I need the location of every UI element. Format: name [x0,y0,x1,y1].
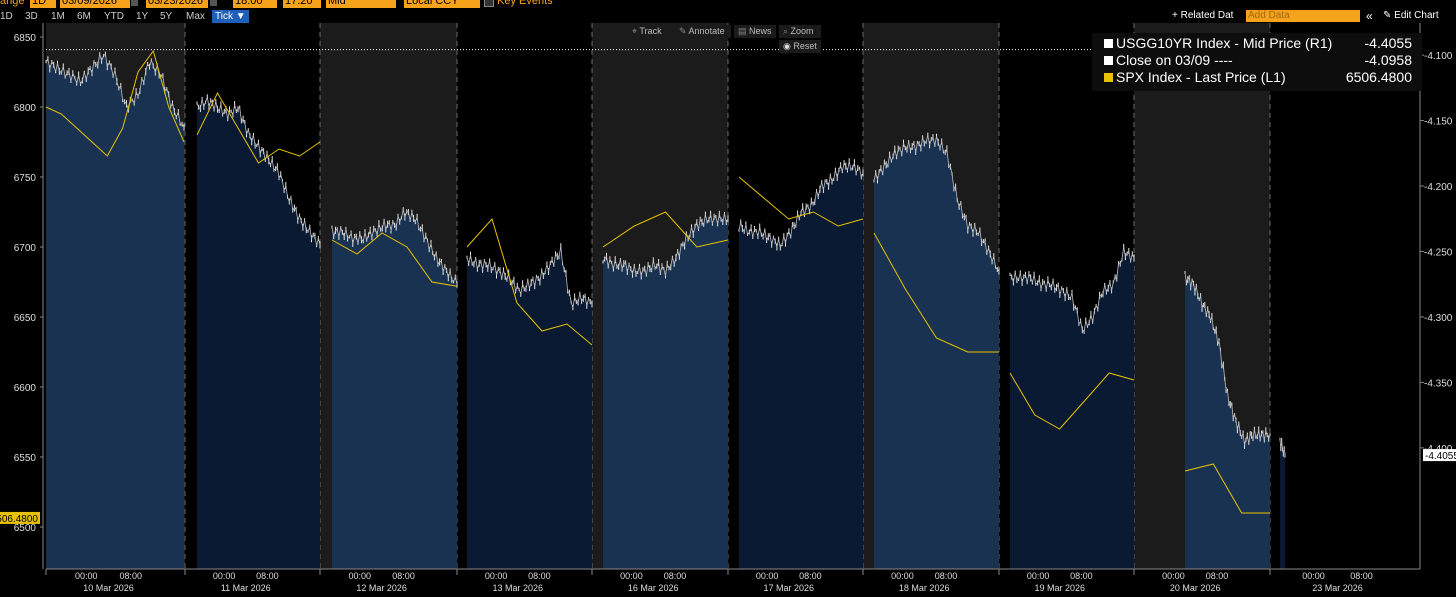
related-data-button[interactable]: + Related Dat [1172,9,1233,23]
period-field[interactable]: 1D [30,0,56,8]
x-tick-label: 00:00 [620,571,643,581]
edit-chart-button[interactable]: ✎ Edit Chart [1383,9,1439,23]
x-tick-label: 00:00 [891,571,914,581]
track-button[interactable]: ⌖ Track [628,25,672,38]
range-button-ytd[interactable]: YTD [104,10,124,23]
x-day-label: 18 Mar 2026 [899,583,950,593]
right-axis-tick-label: -4.300 [1424,313,1453,324]
x-tick-label: 00:00 [485,571,508,581]
x-day-label: 23 Mar 2026 [1312,583,1363,593]
range-button-5y[interactable]: 5Y [160,10,172,23]
x-tick-label: 08:00 [528,571,551,581]
x-day-label: 20 Mar 2026 [1170,583,1221,593]
x-tick-label: 00:00 [1027,571,1050,581]
annotate-button[interactable]: ✎ Annotate [675,25,731,38]
zoom-button[interactable]: ⌕ Zoom [779,25,821,38]
legend-value-spx: 6506.4800 [1345,69,1412,85]
price-chart[interactable]: 68506800675067006650660065506500-4.100-4… [0,23,1456,597]
x-day-label: 17 Mar 2026 [763,583,814,593]
pencil-icon: ✎ [679,26,689,36]
legend-value-usgg10yr: -4.4055 [1364,35,1412,51]
price-type-select[interactable]: Mid [326,0,396,8]
legend-item-close[interactable]: Close on 03/09 ---- [1104,52,1233,69]
x-tick-label: 08:00 [256,571,279,581]
x-tick-label: 08:00 [799,571,822,581]
x-tick-label: 08:00 [1350,571,1373,581]
x-day-label: 13 Mar 2026 [492,583,543,593]
yield-area [1280,439,1285,569]
x-tick-label: 00:00 [75,571,98,581]
calendar-icon[interactable] [131,0,138,6]
key-events-label: Key Events [497,0,553,7]
x-day-label: 19 Mar 2026 [1034,583,1085,593]
x-tick-label: 08:00 [1070,571,1093,581]
legend-swatch [1104,39,1113,48]
right-axis-tick-label: -4.200 [1424,182,1453,193]
range-button-tick[interactable]: Tick ▼ [212,10,249,23]
currency-select[interactable]: Local CCY [404,0,480,8]
right-axis-tick-label: -4.150 [1424,117,1453,128]
legend-swatch [1104,73,1113,82]
right-axis-tick-label: -4.250 [1424,247,1453,258]
x-tick-label: 08:00 [1206,571,1229,581]
left-axis-tick-label: 6850 [14,33,37,44]
left-axis-tick-label: 6700 [14,243,37,254]
reset-button[interactable]: ◉ Reset [779,40,821,53]
x-tick-label: 00:00 [1302,571,1325,581]
legend-value-close: -4.0958 [1364,52,1412,68]
reset-icon: ◉ [783,41,794,51]
news-button[interactable]: ▤ News [734,25,776,38]
left-axis-tick-label: 6750 [14,173,37,184]
collapse-icon[interactable]: « [1366,9,1373,23]
x-tick-label: 00:00 [348,571,371,581]
end-date-field[interactable]: 03/23/2026 [146,0,208,8]
legend-swatch [1104,56,1113,65]
x-tick-label: 00:00 [756,571,779,581]
end-time-field[interactable]: 17:20 [283,0,321,8]
x-tick-label: 08:00 [392,571,415,581]
range-button-1m[interactable]: 1M [51,10,65,23]
legend-item-spx[interactable]: SPX Index - Last Price (L1) [1104,69,1286,86]
session-band [1270,23,1420,569]
left-axis-tick-label: 6650 [14,313,37,324]
range-button-max[interactable]: Max [186,10,205,23]
x-tick-label: 00:00 [213,571,236,581]
x-day-label: 16 Mar 2026 [628,583,679,593]
range-button-3d[interactable]: 3D [25,10,38,23]
range-button-1y[interactable]: 1Y [136,10,148,23]
magnifier-icon: ⌕ [783,26,791,36]
yield-area [46,54,184,570]
right-price-tag: -4.4055 [1425,451,1456,462]
left-axis-tick-label: 6550 [14,453,37,464]
start-time-field[interactable]: 18:00 [233,0,277,8]
chart-legend: USGG10YR Index - Mid Price (R1) -4.4055 … [1092,33,1422,91]
calendar-icon[interactable] [210,0,217,6]
key-events-checkbox[interactable] [484,0,494,7]
range-button-1d[interactable]: 1D [0,10,13,23]
add-data-input[interactable]: Add Data [1246,10,1360,22]
x-day-label: 12 Mar 2026 [356,583,407,593]
right-axis-tick-label: -4.350 [1424,378,1453,389]
x-tick-label: 00:00 [1162,571,1185,581]
range-button-6m[interactable]: 6M [77,10,91,23]
top-toolbar: ange 1D 03/09/2026 03/23/2026 18:00 17:2… [0,0,1456,9]
legend-item-usgg10yr[interactable]: USGG10YR Index - Mid Price (R1) [1104,35,1332,52]
x-tick-label: 08:00 [935,571,958,581]
range-label: ange [0,0,25,7]
x-day-label: 10 Mar 2026 [83,583,134,593]
right-axis-tick-label: -4.100 [1424,51,1453,62]
start-date-field[interactable]: 03/09/2026 [60,0,130,8]
x-tick-label: 08:00 [120,571,143,581]
x-tick-label: 08:00 [664,571,687,581]
range-button-bar: 1D 3D 1M 6M YTD 1Y 5Y Max Tick ▼ [0,9,1456,23]
left-price-tag: 6506.4800 [0,514,38,525]
left-axis-tick-label: 6600 [14,383,37,394]
news-icon: ▤ [738,26,750,36]
left-axis-tick-label: 6800 [14,103,37,114]
x-day-label: 11 Mar 2026 [221,583,271,593]
